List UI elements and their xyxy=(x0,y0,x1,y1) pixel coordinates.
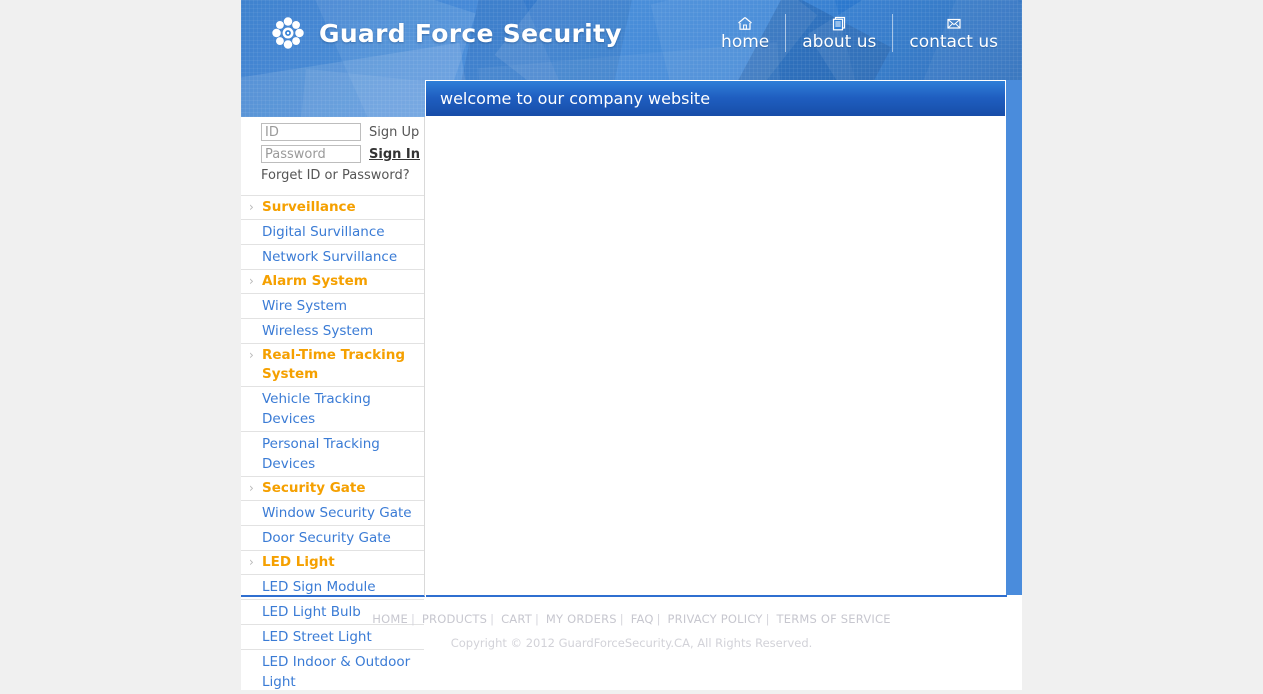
sidebar-category-label: Alarm System xyxy=(262,273,368,289)
footer-link-my-orders[interactable]: MY ORDERS xyxy=(546,612,617,626)
sidebar-category-label: Real-Time Tracking System xyxy=(262,347,406,382)
sidebar-item-wireless-system[interactable]: Wireless System xyxy=(241,318,424,343)
sidebar-category-label: LED Light xyxy=(262,554,335,570)
top-navigation: home about us contact us xyxy=(705,14,1014,52)
sidebar-item-digital-survillance[interactable]: Digital Survillance xyxy=(241,219,424,244)
login-password-row: Sign In xyxy=(261,145,424,163)
house-icon xyxy=(737,14,753,32)
site-footer: HOME | PRODUCTS | CART | MY ORDERS | FAQ | PR… xyxy=(241,600,1022,650)
sidebar-item-led-indoor-outdoor-light[interactable]: LED Indoor & Outdoor Light xyxy=(241,649,424,694)
nav-item-home[interactable]: home xyxy=(705,14,785,52)
nav-label: home xyxy=(721,32,770,52)
sidebar-category-label: Security Gate xyxy=(262,480,366,496)
sidebar-item-led-sign-module[interactable]: LED Sign Module xyxy=(241,574,424,599)
sidebar-category-real-time-tracking-system[interactable]: › Real-Time Tracking System xyxy=(241,343,424,386)
footer-separator: | xyxy=(765,612,770,626)
envelope-icon xyxy=(946,14,962,32)
sign-up-link[interactable]: Sign Up xyxy=(369,125,419,140)
sidebar-item-network-survillance[interactable]: Network Survillance xyxy=(241,244,424,269)
chevron-right-icon: › xyxy=(249,555,254,569)
chevron-right-icon: › xyxy=(249,274,254,288)
nav-item-contact-us[interactable]: contact us xyxy=(892,14,1014,52)
chevron-right-icon: › xyxy=(249,200,254,214)
footer-link-products[interactable]: PRODUCTS xyxy=(422,612,487,626)
right-accent-rail xyxy=(1006,80,1022,595)
footer-link-privacy-policy[interactable]: PRIVACY POLICY xyxy=(668,612,763,626)
documents-icon xyxy=(831,14,847,32)
sidebar-category-led-light[interactable]: › LED Light xyxy=(241,550,424,574)
site-logo[interactable]: Guard Force Security xyxy=(271,16,622,50)
sidebar-category-surveillance[interactable]: › Surveillance xyxy=(241,195,424,219)
footer-link-home[interactable]: HOME xyxy=(372,612,408,626)
login-box: Sign Up Sign In Forget ID or Password? xyxy=(241,117,424,183)
sidebar-category-label: Surveillance xyxy=(262,199,356,215)
password-input[interactable] xyxy=(261,145,361,163)
chevron-right-icon: › xyxy=(249,481,254,495)
footer-separator: | xyxy=(619,612,624,626)
sidebar: Sign Up Sign In Forget ID or Password? ›… xyxy=(241,117,425,690)
sidebar-item-vehicle-tracking-devices[interactable]: Vehicle Tracking Devices xyxy=(241,386,424,431)
login-id-row: Sign Up xyxy=(261,123,424,141)
page-container: Guard Force Security home about us conta… xyxy=(241,0,1022,690)
footer-separator: | xyxy=(656,612,661,626)
nav-label: about us xyxy=(802,32,877,52)
nav-item-about-us[interactable]: about us xyxy=(785,14,892,52)
footer-separator: | xyxy=(534,612,540,626)
sidebar-item-personal-tracking-devices[interactable]: Personal Tracking Devices xyxy=(241,431,424,476)
forgot-credentials-link[interactable]: Forget ID or Password? xyxy=(261,168,424,183)
footer-separator: | xyxy=(490,612,495,626)
footer-link-terms-of-service[interactable]: TERMS OF SERVICE xyxy=(777,612,891,626)
flower-asterisk-icon xyxy=(272,17,304,49)
footer-link-cart[interactable]: CART xyxy=(501,612,532,626)
footer-link-faq[interactable]: FAQ xyxy=(631,612,654,626)
chevron-right-icon: › xyxy=(249,348,254,362)
footer-links: HOME | PRODUCTS | CART | MY ORDERS | FAQ | PR… xyxy=(241,612,1022,626)
welcome-banner: welcome to our company website xyxy=(425,80,1006,117)
nav-label: contact us xyxy=(909,32,998,52)
main-content-area xyxy=(426,117,1007,597)
sidebar-item-door-security-gate[interactable]: Door Security Gate xyxy=(241,525,424,550)
sidebar-category-alarm-system[interactable]: › Alarm System xyxy=(241,269,424,293)
sidebar-item-wire-system[interactable]: Wire System xyxy=(241,293,424,318)
footer-separator: | xyxy=(410,612,416,626)
id-input[interactable] xyxy=(261,123,361,141)
brand-name: Guard Force Security xyxy=(319,18,622,48)
sidebar-item-window-security-gate[interactable]: Window Security Gate xyxy=(241,500,424,525)
sidebar-category-security-gate[interactable]: › Security Gate xyxy=(241,476,424,500)
sign-in-link[interactable]: Sign In xyxy=(369,147,420,162)
copyright-text: Copyright © 2012 GuardForceSecurity.CA, … xyxy=(450,636,813,650)
